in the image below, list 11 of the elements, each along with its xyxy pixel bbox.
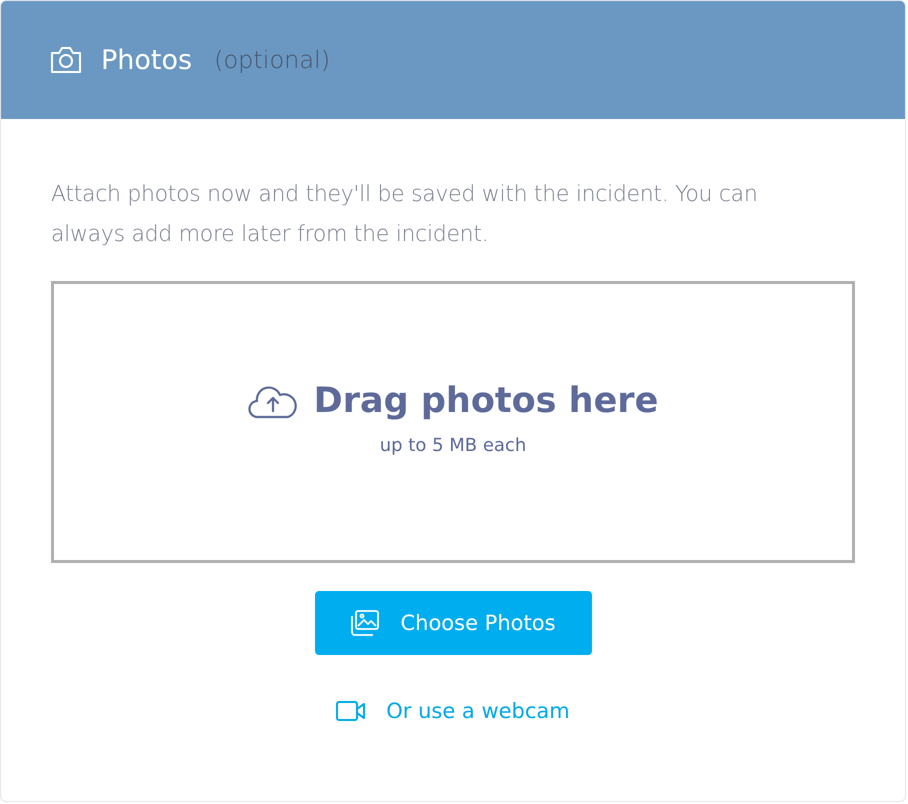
choose-photos-button[interactable]: Choose Photos xyxy=(314,591,592,655)
camera-icon xyxy=(49,45,83,75)
image-icon xyxy=(350,610,380,636)
size-hint: up to 5 MB each xyxy=(380,434,526,456)
description-text: Attach photos now and they'll be saved with the incident. You can always add more later from the incident. xyxy=(51,181,758,249)
optional-note: (optional) xyxy=(214,46,330,74)
drop-title: Drag photos here xyxy=(314,380,658,420)
webcam-link[interactable]: Or use a webcam xyxy=(336,699,570,723)
video-camera-icon xyxy=(336,700,366,722)
drop-zone[interactable]: Drag photos here up to 5 MB each xyxy=(51,281,855,563)
panel-title: Photos xyxy=(101,44,192,76)
